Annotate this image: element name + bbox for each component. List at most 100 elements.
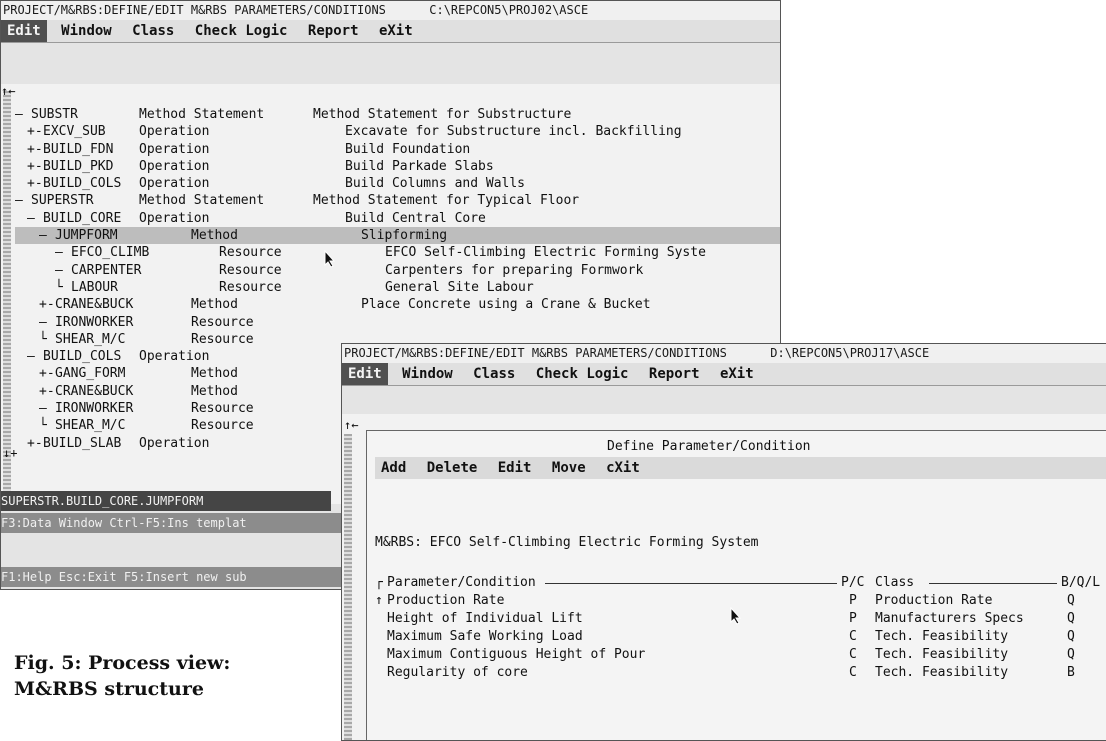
tree-row[interactable]: +- BUILD_FDN Operation Build Foundation [15, 141, 780, 158]
tree-type: Operation [139, 435, 210, 451]
menu-window[interactable]: Window [55, 20, 118, 42]
dialog-menu: Add Delete Edit Move cXit [375, 457, 1106, 479]
tree-branch-icon[interactable]: +- [27, 435, 43, 452]
tree-row[interactable]: — SUPERSTR Method Statement Method Statemen… [15, 192, 780, 209]
define-parameter-dialog: Define Parameter/Condition Add Delete Ed… [366, 430, 1106, 740]
caption-line-1: Fig. 5: Process view: [14, 652, 231, 674]
cell-class: Production Rate [875, 593, 993, 608]
menu-bar: Edit Window Class Check Logic Report eXi… [1, 20, 780, 43]
cell-class: Manufacturers Specs [875, 611, 1024, 626]
menu-class[interactable]: Class [126, 20, 180, 42]
tree-type: Operation [139, 176, 210, 192]
cell-pc: P [849, 611, 857, 626]
mouse-cursor-icon [324, 250, 336, 268]
tree-branch-icon[interactable]: +- [27, 175, 43, 192]
table-header: ┌ Parameter/Condition P/C Class B/Q/L [375, 574, 1105, 592]
tree-type: Method [191, 297, 238, 313]
menu-edit[interactable]: Edit [492, 457, 538, 479]
tree-type: Resource [219, 262, 282, 278]
tree-code: SUBSTR [31, 107, 78, 122]
tree-code: BUILD_PKD [43, 158, 114, 174]
menu-bar: Edit Window Class Check Logic Report eXi… [342, 363, 1106, 386]
scrollbar[interactable] [344, 434, 352, 740]
window-title: PROJECT/M&RBS:DEFINE/EDIT M&RBS PARAMETE… [1, 1, 780, 20]
tree-description: Excavate for Substructure incl. Backfill… [345, 124, 682, 140]
menu-report[interactable]: Report [302, 20, 365, 42]
tree-row[interactable]: — EFCO_CLIMB Resource EFCO Self-Climbing El… [15, 244, 780, 261]
header-rule [545, 583, 837, 584]
tree-branch-icon[interactable]: +- [39, 296, 55, 313]
menu-check-logic[interactable]: Check Logic [189, 20, 294, 42]
cell-param: Production Rate [387, 593, 505, 608]
tree-type: Method Statement [139, 107, 265, 122]
key-line: F1:Help Esc:Exit F5:Insert new sub [1, 567, 341, 587]
tree-branch-icon[interactable]: +- [39, 383, 55, 400]
window-title: PROJECT/M&RBS:DEFINE/EDIT M&RBS PARAMETE… [342, 344, 1106, 363]
tree-branch-icon[interactable]: +- [27, 123, 43, 140]
caption-line-2: M&RBS structure [14, 678, 204, 700]
tree-row[interactable]: +- CRANE&BUCK Method Place Concrete using a… [15, 296, 780, 313]
tree-row[interactable]: — IRONWORKER Resource [15, 314, 780, 331]
tree-branch-icon: └ [39, 331, 47, 347]
figure-caption: Fig. 5: Process view: M&RBS structure [14, 650, 230, 702]
tree-code: CRANE&BUCK [55, 297, 134, 313]
tree-row[interactable]: +- BUILD_COLS Operation Build Columns and W… [15, 175, 780, 192]
tree-branch-icon[interactable]: +- [39, 365, 55, 382]
tree-row[interactable]: — SUBSTR Method Statement Method Statement … [15, 106, 780, 123]
tree-row[interactable]: — BUILD_CORE Operation Build Central Core [15, 210, 780, 227]
menu-window[interactable]: Window [396, 363, 459, 385]
menu-check-logic[interactable]: Check Logic [530, 363, 635, 385]
cell-bql: Q [1067, 647, 1075, 662]
cell-class: Tech. Feasibility [875, 629, 1009, 644]
menu-report[interactable]: Report [643, 363, 706, 385]
tree-code: BUILD_FDN [43, 141, 114, 157]
tree-type: Method [191, 228, 238, 244]
scrollbar[interactable] [3, 91, 11, 501]
tree-code: CARPENTER [71, 262, 142, 278]
cell-param: Maximum Contiguous Height of Pour [387, 647, 646, 662]
cell-pc: C [849, 665, 857, 680]
menu-edit[interactable]: Edit [342, 363, 388, 385]
tree-description: General Site Labour [385, 279, 534, 295]
tree-code: EFCO_CLIMB [71, 245, 150, 261]
tree-code: BUILD_COLS [43, 176, 122, 192]
tree-code: CRANE&BUCK [55, 383, 134, 399]
tree-row[interactable]: +- EXCV_SUB Operation Excavate for Substruc… [15, 123, 780, 140]
menu-add[interactable]: Add [375, 457, 412, 479]
tree-top-marker: ↑← [1, 84, 16, 98]
tree-description: Method Statement for Typical Floor [313, 193, 580, 209]
tree-type: Operation [139, 141, 210, 157]
menu-edit[interactable]: Edit [1, 20, 47, 42]
tree-type: Resource [219, 245, 282, 261]
cell-param: Regularity of core [387, 665, 528, 680]
tree-row[interactable]: └ LABOUR Resource General Site Labour [15, 279, 780, 296]
cell-pc: C [849, 629, 857, 644]
table-row[interactable]: Maximum Contiguous Height of Pour C Tech. … [375, 646, 1105, 664]
parameter-table: ┌ Parameter/Condition P/C Class B/Q/L ↑ P… [375, 574, 1105, 682]
menu-exit[interactable]: eXit [373, 20, 419, 42]
header-param: Parameter/Condition [387, 575, 536, 590]
tree-branch-icon[interactable]: +- [27, 141, 43, 158]
menu-delete[interactable]: Delete [421, 457, 484, 479]
menu-exit[interactable]: eXit [714, 363, 760, 385]
menu-exit[interactable]: cXit [600, 457, 646, 479]
table-row[interactable]: Regularity of core C Tech. Feasibility B [375, 664, 1105, 682]
table-row[interactable]: Maximum Safe Working Load C Tech. Feasibil… [375, 628, 1105, 646]
menu-move[interactable]: Move [546, 457, 592, 479]
tree-branch-icon[interactable]: +- [27, 158, 43, 175]
tree-description: Place Concrete using a Crane & Bucket [361, 297, 651, 313]
tree-description: Slipforming [361, 228, 448, 244]
tree-type: Operation [139, 158, 210, 174]
tree-row[interactable]: — JUMPFORM Method Slipforming [15, 227, 780, 245]
tree-code: SHEAR_M/C [55, 331, 126, 347]
status-path: SUPERSTR.BUILD_CORE.JUMPFORM [1, 491, 331, 511]
tree-type: Resource [191, 418, 254, 434]
tree-description: Build Central Core [345, 210, 486, 226]
menu-class[interactable]: Class [467, 363, 521, 385]
tree-branch-icon: — [39, 228, 47, 244]
cell-bql: Q [1067, 629, 1075, 644]
tree-row[interactable]: — CARPENTER Resource Carpenters for prepari… [15, 262, 780, 279]
header-frame-left: ┌ [375, 575, 383, 590]
tree-row[interactable]: +- BUILD_PKD Operation Build Parkade Slabs [15, 158, 780, 175]
scroll-up-icon: ↑ [375, 593, 383, 608]
